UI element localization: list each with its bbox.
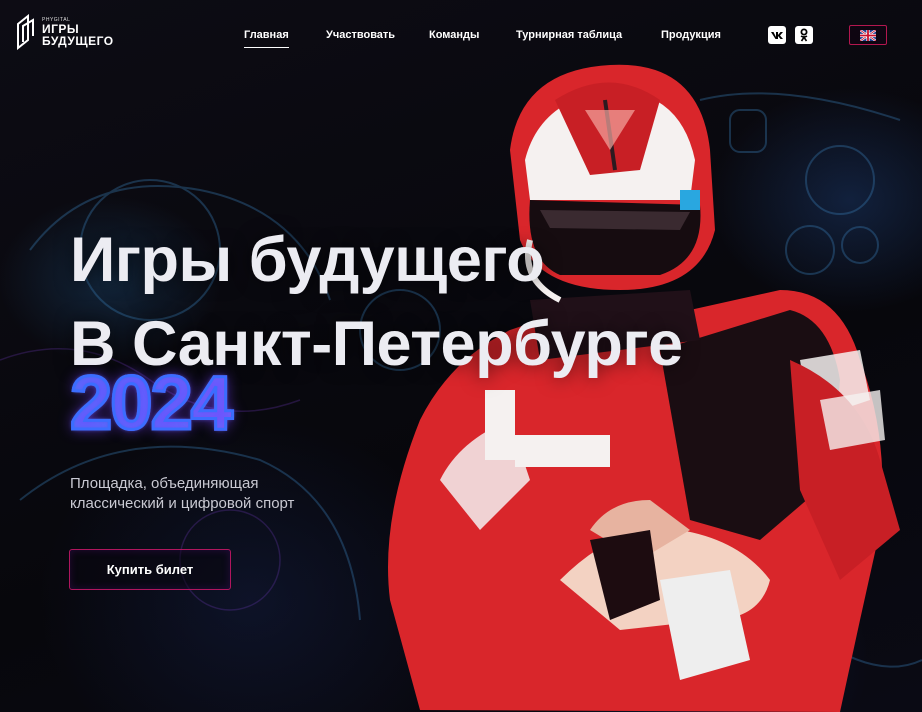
hero-subtitle-line-1: Площадка, объединяющая (70, 475, 259, 492)
hero-year: 2024 (68, 360, 234, 448)
vk-icon[interactable] (768, 26, 786, 44)
nav-item-home[interactable]: Главная (244, 29, 289, 48)
hero-subtitle-line-2: классический и цифровой спорт (70, 495, 295, 512)
odnoklassniki-icon[interactable] (795, 26, 813, 44)
nav-item-teams[interactable]: Команды (429, 29, 479, 41)
nav-item-participate[interactable]: Участвовать (326, 29, 395, 41)
nav-item-products[interactable]: Продукция (661, 29, 721, 41)
racer-illustration (388, 64, 900, 712)
hero-section: PHYGITAL ИГРЫ БУДУЩЕГО Главная Участвова… (0, 0, 922, 712)
language-switcher[interactable] (849, 25, 887, 45)
buy-ticket-button[interactable]: Купить билет (69, 549, 231, 590)
uk-flag-icon (860, 29, 876, 41)
nav-item-standings[interactable]: Турнирная таблица (516, 29, 622, 41)
hero-subtitle: Площадка, объединяющая классический и ци… (70, 474, 294, 514)
hero-title-line-1: Игры будущего (70, 225, 545, 296)
